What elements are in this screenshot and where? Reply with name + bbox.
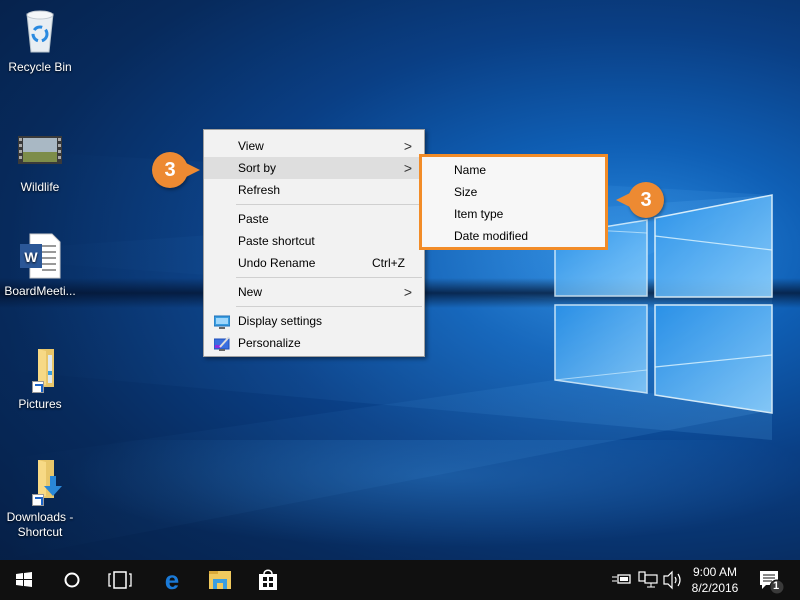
windows-start-icon <box>16 572 32 587</box>
menu-item-paste[interactable]: Paste <box>204 208 424 230</box>
submenu-arrow-icon: > <box>403 138 412 154</box>
menu-item-personalize[interactable]: Personalize <box>204 332 424 354</box>
edge-browser-icon: e <box>165 565 179 595</box>
menu-item-label: Paste <box>238 212 269 226</box>
step-callout-badge: 3 <box>152 152 200 188</box>
speaker-volume-icon <box>663 570 681 590</box>
menu-item-label: New <box>238 285 263 299</box>
cortana-circle-icon <box>64 572 80 588</box>
desktop-icon-label: BoardMeeti... <box>4 284 76 298</box>
menu-item-label: Sort by <box>238 161 277 175</box>
logo-pane-bottom-left <box>554 304 648 394</box>
video-icon <box>16 128 64 176</box>
cortana-button[interactable] <box>48 560 96 600</box>
downloads-shortcut-icon <box>16 458 64 506</box>
file-explorer-icon <box>209 571 231 589</box>
sort-item-name[interactable]: Name <box>422 159 605 181</box>
menu-item-paste-shortcut[interactable]: Paste shortcut <box>204 230 424 252</box>
menu-item-label: Display settings <box>238 314 323 328</box>
network-icon <box>638 571 658 588</box>
submenu-arrow-icon: > <box>403 160 412 176</box>
action-center-button[interactable]: 1 <box>752 560 800 600</box>
menu-item-label: View <box>238 139 264 153</box>
shortcut-arrow-icon <box>32 494 44 506</box>
word-document-icon: W <box>16 232 64 280</box>
menu-separator <box>236 204 422 205</box>
menu-item-label: Undo Rename <box>238 256 316 270</box>
menu-item-display-settings[interactable]: Display settings <box>204 310 424 332</box>
power-tray-button[interactable] <box>610 560 634 600</box>
desktop-icon-label: Pictures <box>18 397 62 411</box>
battery-plugged-icon <box>612 574 631 584</box>
file-explorer-button[interactable] <box>196 560 244 600</box>
submenu-arrow-icon: > <box>403 284 412 300</box>
sort-item-date-modified[interactable]: Date modified <box>422 225 605 247</box>
clock-button[interactable]: 9:00 AM 8/2/2016 <box>686 564 744 596</box>
store-button[interactable] <box>244 560 292 600</box>
desktop-icon-label: Recycle Bin <box>8 60 72 74</box>
notification-count-badge: 1 <box>773 580 780 592</box>
menu-separator <box>236 277 422 278</box>
desktop-icon-label-line1: Downloads - <box>6 510 74 524</box>
network-tray-button[interactable] <box>636 560 660 600</box>
sort-by-submenu: Name Size Item type Date modified <box>419 154 608 250</box>
svg-text:e: e <box>165 565 179 595</box>
menu-item-refresh[interactable]: Refresh <box>204 179 424 201</box>
desktop-icon-label-line2: Shortcut <box>17 525 63 539</box>
task-view-button[interactable] <box>96 560 144 600</box>
svg-text:W: W <box>24 249 38 265</box>
folder-shortcut-icon <box>16 345 64 393</box>
menu-item-undo-rename[interactable]: Undo Rename Ctrl+Z <box>204 252 424 274</box>
wallpaper-floor-glow <box>0 440 800 560</box>
shortcut-arrow-icon <box>32 381 44 393</box>
sort-item-item-type[interactable]: Item type <box>422 203 605 225</box>
clock-time: 9:00 AM <box>692 565 738 579</box>
task-view-icon <box>108 571 132 589</box>
desktop-icon-pictures[interactable]: Pictures <box>0 345 80 412</box>
menu-item-shortcut: Ctrl+Z <box>372 256 405 270</box>
volume-tray-button[interactable] <box>660 560 684 600</box>
sort-item-size[interactable]: Size <box>422 181 605 203</box>
edge-button[interactable]: e <box>148 560 196 600</box>
menu-item-new[interactable]: New > <box>204 281 424 303</box>
step-callout-badge: 3 <box>616 182 664 218</box>
display-settings-icon <box>213 314 231 329</box>
menu-item-label: Paste shortcut <box>238 234 315 248</box>
personalize-icon <box>213 336 230 351</box>
taskbar: e 9:00 AM 8/2/2016 1 <box>0 560 800 600</box>
store-bag-icon <box>259 569 277 590</box>
recycle-bin-icon <box>16 8 64 56</box>
menu-item-label: Refresh <box>238 183 281 197</box>
clock-date: 8/2/2016 <box>691 581 739 595</box>
desktop-icon-wildlife[interactable]: Wildlife <box>0 128 80 195</box>
menu-separator <box>236 306 422 307</box>
desktop-icon-label: Wildlife <box>20 180 60 194</box>
menu-item-sort-by[interactable]: Sort by > <box>204 157 424 179</box>
desktop-icon-boardmeeting[interactable]: W BoardMeeti... <box>0 232 80 299</box>
start-button[interactable] <box>0 560 48 600</box>
desktop-icon-downloads-shortcut[interactable]: Downloads - Shortcut <box>0 458 80 540</box>
desktop-icon-recycle-bin[interactable]: Recycle Bin <box>0 8 80 75</box>
menu-item-view[interactable]: View > <box>204 135 424 157</box>
desktop-context-menu: View > Sort by > Refresh Paste Paste sho… <box>203 129 425 357</box>
menu-item-label: Personalize <box>238 336 301 350</box>
logo-pane-bottom-right <box>654 304 773 414</box>
